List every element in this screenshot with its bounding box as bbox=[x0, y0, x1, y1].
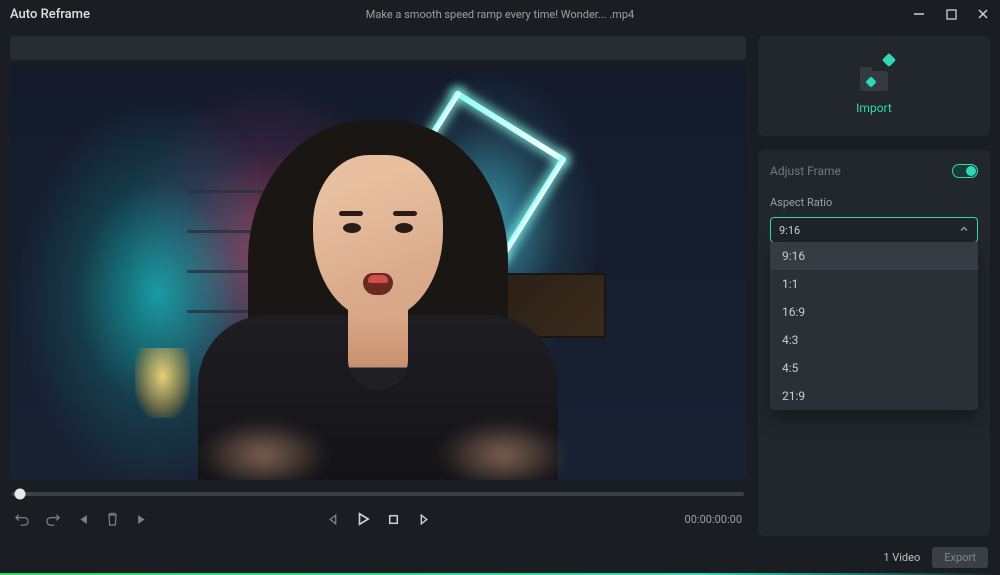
video-preview[interactable] bbox=[10, 65, 746, 480]
import-icon bbox=[856, 57, 892, 93]
chevron-up-icon bbox=[959, 224, 969, 237]
adjust-frame-panel: Adjust Frame Aspect Ratio 9:16 9:16 1:1 … bbox=[758, 150, 990, 536]
skip-start-icon[interactable] bbox=[74, 511, 90, 527]
video-frame bbox=[10, 65, 746, 480]
filename-label: Make a smooth speed ramp every time! Won… bbox=[366, 8, 634, 21]
aspect-ratio-value: 9:16 bbox=[779, 224, 800, 237]
preview-column: 00:00:00:00 bbox=[10, 36, 746, 536]
skip-end-icon[interactable] bbox=[134, 511, 150, 527]
play-icon[interactable] bbox=[355, 511, 371, 527]
playback-controls: 00:00:00:00 bbox=[10, 502, 746, 536]
timeline-track[interactable] bbox=[12, 492, 744, 496]
close-icon[interactable] bbox=[976, 7, 990, 21]
video-count-label: 1 Video bbox=[883, 551, 920, 564]
aspect-ratio-dropdown[interactable]: 9:16 bbox=[770, 217, 978, 243]
prev-frame-icon[interactable] bbox=[325, 511, 341, 527]
adjust-frame-toggle[interactable] bbox=[952, 164, 978, 178]
adjust-frame-title: Adjust Frame bbox=[770, 164, 841, 178]
minimize-icon[interactable] bbox=[912, 7, 926, 21]
app-title: Auto Reframe bbox=[10, 7, 90, 22]
export-button[interactable]: Export bbox=[932, 547, 988, 568]
maximize-icon[interactable] bbox=[944, 7, 958, 21]
timeline-scrubber[interactable] bbox=[12, 486, 744, 502]
timeline-playhead[interactable] bbox=[15, 489, 26, 500]
window-controls bbox=[912, 7, 990, 21]
settings-column: Import Adjust Frame Aspect Ratio 9:16 9:… bbox=[758, 36, 990, 536]
import-panel[interactable]: Import bbox=[758, 36, 990, 136]
main-area: 00:00:00:00 Import Adjust Frame Aspect R… bbox=[0, 28, 1000, 541]
redo-icon[interactable] bbox=[44, 511, 60, 527]
footer: 1 Video Export bbox=[0, 541, 1000, 573]
undo-icon[interactable] bbox=[14, 511, 30, 527]
titlebar: Auto Reframe Make a smooth speed ramp ev… bbox=[0, 0, 1000, 28]
aspect-ratio-menu: 9:16 1:1 16:9 4:3 4:5 21:9 bbox=[770, 242, 978, 410]
aspect-ratio-option[interactable]: 4:3 bbox=[770, 326, 978, 354]
aspect-ratio-option[interactable]: 16:9 bbox=[770, 298, 978, 326]
trash-icon[interactable] bbox=[104, 511, 120, 527]
stop-icon[interactable] bbox=[385, 511, 401, 527]
preview-header-bar bbox=[10, 36, 746, 60]
aspect-ratio-option[interactable]: 21:9 bbox=[770, 382, 978, 410]
aspect-ratio-label: Aspect Ratio bbox=[770, 196, 978, 209]
aspect-ratio-option[interactable]: 9:16 bbox=[770, 242, 978, 270]
import-label: Import bbox=[856, 101, 892, 115]
timecode-label: 00:00:00:00 bbox=[685, 513, 742, 526]
aspect-ratio-option[interactable]: 4:5 bbox=[770, 354, 978, 382]
next-frame-icon[interactable] bbox=[415, 511, 431, 527]
aspect-ratio-option[interactable]: 1:1 bbox=[770, 270, 978, 298]
